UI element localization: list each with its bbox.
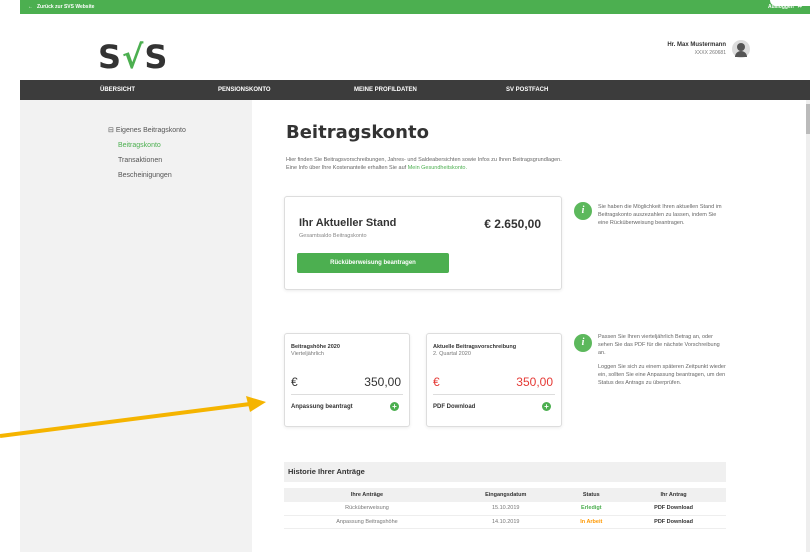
page-title: Beitragskonto [286,122,429,143]
user-name: Hr. Max Mustermann [667,42,726,48]
back-link-label: Zurück zur SVS Website [37,4,95,10]
avatar[interactable] [732,40,750,58]
current-balance-card: Ihr Aktueller Stand Gesamtsaldo Beitrags… [284,196,562,290]
contribution-amount-card: Beitragshöhe 2020 Vierteljährlich € 350,… [284,333,410,427]
current-prescription-card: Aktuelle Beitragsvorschreibung 2. Quarta… [426,333,562,427]
logo-s2: S [144,38,169,76]
refund-button[interactable]: Rücküberweisung beantragen [297,253,449,273]
request-name: Anpassung Beitragshöhe [284,515,450,529]
adjust-info-paragraph-2: Loggen Sie sich zu einem späteren Zeitpu… [598,363,726,386]
plus-icon[interactable]: + [542,402,551,411]
column-header: Eingangsdatum [450,488,562,502]
card-value: 350,00 [364,375,401,389]
pdf-download-link[interactable]: PDF Download [621,515,726,529]
received-date: 14.10.2019 [450,515,562,529]
balance-subtitle: Gesamtsaldo Beitragskonto [299,233,367,239]
nav-item-pensionskonto[interactable]: PENSIONSKONTO [218,87,271,93]
table-row: Anpassung Beitragshöhe 14.10.2019 In Arb… [284,515,726,529]
scrollbar-thumb[interactable] [806,104,810,134]
window-corner [770,0,810,6]
balance-info-text: Sie haben die Möglichkeit Ihren aktuelle… [598,204,722,226]
pdf-download-link[interactable]: PDF Download [621,502,726,516]
sidebar-item-transaktionen[interactable]: Transaktionen [108,157,186,164]
arrow-left-icon: ← [28,4,33,10]
status-badge: Erledigt [561,502,622,516]
main-content: Beitragskonto Hier finden Sie Beitragsvo… [252,100,806,552]
user-info[interactable]: Hr. Max Mustermann XXXX 260681 [667,42,726,56]
adjustment-requested-link[interactable]: Anpassung beantragt [291,404,353,410]
info-icon: i [574,334,592,352]
card-subtitle: Vierteljährlich [291,351,324,357]
intro-line-2: Eine Info über Ihre Kostenanteile erhalt… [286,165,408,172]
adjust-info-paragraph-1: Passen Sie Ihren vierteljährlich Betrag … [598,334,720,356]
column-header: Status [561,488,622,502]
top-bar: ← Zurück zur SVS Website Ausloggen ↦ [20,0,810,14]
svs-logo[interactable]: S√S [98,38,168,76]
history-title: Historie Ihrer Anträge [284,462,726,482]
balance-amount: € 2.650,00 [484,217,541,231]
divider [433,394,555,395]
info-icon: i [574,202,592,220]
nav-item-profildaten[interactable]: MEINE PROFILDATEN [354,87,417,93]
currency-symbol: € [433,375,440,389]
currency-symbol: € [291,375,298,389]
adjust-info-text: Passen Sie Ihren vierteljährlich Betrag … [598,334,726,388]
annotation-arrow [0,396,266,438]
sidebar-group-beitragskonto[interactable]: ⊟ Eigenes Beitragskonto [108,126,186,134]
history-table: Ihre Anträge Eingangsdatum Status Ihr An… [284,488,726,529]
intro-line-1: Hier finden Sie Beitragsvorschreibungen,… [286,157,562,163]
request-name: Rücküberweisung [284,502,450,516]
nav-item-postfach[interactable]: SV POSTFACH [506,87,548,93]
sidebar-menu: ⊟ Eigenes Beitragskonto Beitragskonto Tr… [108,126,186,187]
header: S√S Hr. Max Mustermann XXXX 260681 [20,14,810,80]
sidebar-item-beitragskonto[interactable]: Beitragskonto [108,142,186,149]
card-title: Aktuelle Beitragsvorschreibung [433,344,517,350]
status-badge: In Arbeit [561,515,622,529]
history-section: Historie Ihrer Anträge Ihre Anträge Eing… [284,462,726,529]
page-left-margin [0,0,20,552]
card-subtitle: 2. Quartal 2020 [433,351,471,357]
gesundheitskonto-link[interactable]: Mein Gesundheitskonto. [408,165,467,171]
logo-s1: S [98,38,123,76]
sidebar: ⊟ Eigenes Beitragskonto Beitragskonto Tr… [20,100,252,552]
intro-text: Hier finden Sie Beitragsvorschreibungen,… [286,156,716,173]
table-header-row: Ihre Anträge Eingangsdatum Status Ihr An… [284,488,726,502]
column-header: Ihre Anträge [284,488,450,502]
balance-title: Ihr Aktueller Stand [299,217,397,229]
nav-item-uebersicht[interactable]: ÜBERSICHT [100,87,135,93]
sidebar-item-bescheinigungen[interactable]: Bescheinigungen [108,172,186,179]
user-svnr: XXXX 260681 [694,50,726,56]
received-date: 15.10.2019 [450,502,562,516]
card-value: 350,00 [516,375,553,389]
card-title: Beitragshöhe 2020 [291,344,340,350]
divider [291,394,403,395]
logo-slash: √ [122,38,145,76]
column-header: Ihr Antrag [621,488,726,502]
sidebar-group-label: Eigenes Beitragskonto [115,127,186,134]
back-link[interactable]: ← Zurück zur SVS Website [28,4,94,10]
table-row: Rücküberweisung 15.10.2019 Erledigt PDF … [284,502,726,516]
main-nav: ÜBERSICHT PENSIONSKONTO MEINE PROFILDATE… [20,80,810,100]
scrollbar[interactable] [806,100,810,552]
minus-icon: ⊟ [108,127,114,134]
pdf-download-link[interactable]: PDF Download [433,404,475,410]
plus-icon[interactable]: + [390,402,399,411]
